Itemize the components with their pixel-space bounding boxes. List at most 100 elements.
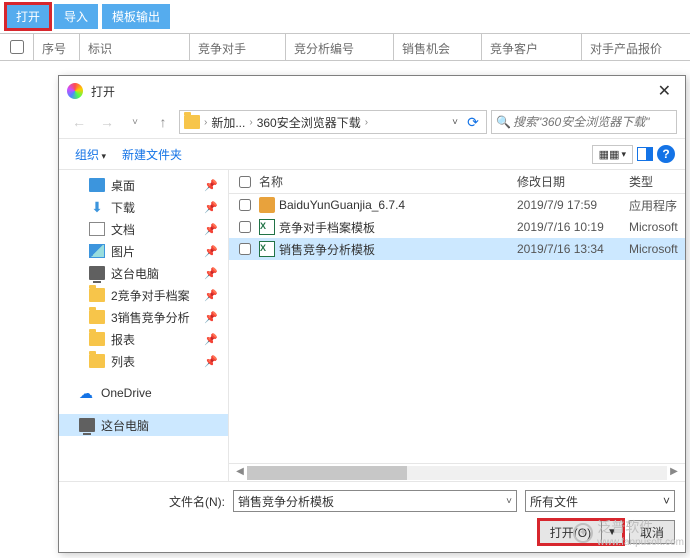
forward-icon[interactable]: →	[95, 110, 119, 134]
file-name: BaiduYunGuanjia_6.7.4	[279, 198, 405, 212]
horizontal-scrollbar[interactable]: ◀ ▶	[229, 463, 685, 481]
col-date[interactable]: 修改日期	[517, 173, 629, 190]
pin-icon: 📌	[204, 267, 218, 280]
crumb-2[interactable]: 360安全浏览器下载	[257, 114, 361, 131]
close-icon[interactable]: ✕	[652, 81, 677, 101]
search-box[interactable]: 🔍	[491, 110, 677, 134]
dialog-title: 打开	[91, 83, 652, 100]
pin-icon: 📌	[204, 201, 218, 214]
file-row[interactable]: 销售竞争分析模板 2019/7/16 13:34 Microsoft	[229, 238, 685, 260]
folder-icon	[89, 310, 105, 324]
open-dialog: 打开 ✕ ← → ˅ ↑ › 新加... › 360安全浏览器下载 › ˅ ⟳ …	[58, 75, 686, 553]
sidebar-item-downloads[interactable]: ⬇ 下载 📌	[59, 196, 228, 218]
sidebar-item-label: 图片	[111, 243, 135, 260]
pc-icon	[89, 266, 105, 280]
sidebar: 桌面📌 ⬇下载📌 文档📌 图片📌 这台电脑📌 2竞争对手档案📌 3销售竞争分析📌…	[59, 170, 229, 481]
sidebar-item-label: 3销售竞争分析	[111, 309, 190, 326]
search-input[interactable]	[513, 115, 672, 129]
sidebar-item-label: 下载	[111, 199, 135, 216]
pin-icon: 📌	[204, 311, 218, 324]
file-name: 销售竞争分析模板	[279, 241, 375, 258]
sidebar-item-label: 这台电脑	[111, 265, 159, 282]
file-name: 竞争对手档案模板	[279, 219, 375, 236]
preview-pane-icon[interactable]	[637, 147, 653, 161]
scroll-thumb[interactable]	[247, 466, 407, 480]
col-index: 序号	[34, 34, 80, 60]
search-icon: 🔍	[496, 115, 511, 129]
watermark-url: www.fanpusoft.com	[597, 537, 684, 548]
file-filter-dropdown[interactable]: 所有文件˅	[525, 490, 675, 512]
watermark-brand: 泛普软件	[597, 519, 653, 535]
breadcrumb[interactable]: › 新加... › 360安全浏览器下载 › ˅ ⟳	[179, 110, 487, 134]
sidebar-item-folder[interactable]: 报表📌	[59, 328, 228, 350]
refresh-icon[interactable]: ⟳	[464, 110, 482, 134]
crumb-1[interactable]: 新加...	[211, 114, 245, 131]
folder-icon	[184, 115, 200, 129]
sidebar-item-label: 列表	[111, 353, 135, 370]
sidebar-item-folder[interactable]: 列表 📌	[59, 350, 228, 372]
sidebar-item-documents[interactable]: 文档 📌	[59, 218, 228, 240]
select-all-files-checkbox[interactable]	[239, 176, 251, 188]
titlebar: 打开 ✕	[59, 76, 685, 106]
pin-icon: 📌	[204, 179, 218, 192]
pin-icon: 📌	[204, 355, 218, 368]
sidebar-item-label: OneDrive	[101, 386, 152, 400]
picture-icon	[89, 244, 105, 258]
sidebar-item-label: 桌面	[111, 177, 135, 194]
file-date: 2019/7/9 17:59	[517, 198, 629, 212]
sidebar-item-thispc[interactable]: 这台电脑 📌	[59, 262, 228, 284]
col-opportunity: 销售机会	[394, 34, 482, 60]
sidebar-item-label: 文档	[111, 221, 135, 238]
sidebar-item-folder[interactable]: 3销售竞争分析 📌	[59, 306, 228, 328]
folder-icon	[89, 332, 105, 346]
chevron-down-icon[interactable]: ˅	[663, 494, 670, 508]
file-checkbox[interactable]	[239, 243, 251, 255]
col-type[interactable]: 类型	[629, 173, 685, 190]
open-button[interactable]: 打开	[6, 4, 50, 29]
scroll-right-icon[interactable]: ▶	[667, 466, 681, 480]
new-folder-button[interactable]: 新建文件夹	[116, 144, 188, 165]
sidebar-item-folder[interactable]: 2竞争对手档案 📌	[59, 284, 228, 306]
chevron-right-icon: ›	[204, 117, 207, 128]
file-checkbox[interactable]	[239, 199, 251, 211]
col-competitor: 竞争对手	[190, 34, 286, 60]
import-button[interactable]: 导入	[54, 4, 98, 29]
sidebar-item-onedrive[interactable]: ☁ OneDrive	[59, 382, 228, 404]
scroll-left-icon[interactable]: ◀	[233, 466, 247, 480]
sidebar-item-desktop[interactable]: 桌面 📌	[59, 174, 228, 196]
select-all-checkbox[interactable]	[10, 40, 24, 54]
template-output-button[interactable]: 模板输出	[102, 4, 170, 29]
filename-input[interactable]: 销售竞争分析模板˅	[233, 490, 517, 512]
file-row[interactable]: BaiduYunGuanjia_6.7.4 2019/7/9 17:59 应用程…	[229, 194, 685, 216]
recent-dropdown-icon[interactable]: ˅	[123, 110, 147, 134]
chevron-right-icon: ›	[365, 117, 368, 128]
view-menu[interactable]: ▦▦▾	[592, 145, 633, 164]
cloud-icon: ☁	[79, 386, 95, 400]
sidebar-item-thispc[interactable]: 这台电脑	[59, 414, 228, 436]
col-analysis-no: 竞分析编号	[286, 34, 394, 60]
excel-icon	[259, 241, 275, 257]
up-icon[interactable]: ↑	[151, 110, 175, 134]
document-icon	[89, 222, 105, 236]
file-row[interactable]: 竞争对手档案模板 2019/7/16 10:19 Microsoft	[229, 216, 685, 238]
organize-menu[interactable]: 组织	[69, 144, 112, 165]
chevron-down-icon[interactable]: ˅	[506, 496, 512, 507]
pc-icon	[79, 418, 95, 432]
file-type: Microsoft	[629, 220, 685, 234]
help-icon[interactable]: ?	[657, 145, 675, 163]
folder-icon	[89, 288, 105, 302]
back-icon[interactable]: ←	[67, 110, 91, 134]
desktop-icon	[89, 178, 105, 192]
file-list-header: 名称 修改日期 类型	[229, 170, 685, 194]
col-customer: 竞争客户	[482, 34, 582, 60]
file-checkbox[interactable]	[239, 221, 251, 233]
path-dropdown-icon[interactable]: ˅	[450, 117, 460, 128]
download-icon: ⬇	[89, 200, 105, 214]
pin-icon: 📌	[204, 223, 218, 236]
sidebar-item-label: 2竞争对手档案	[111, 287, 190, 304]
col-name[interactable]: 名称	[259, 173, 517, 190]
sidebar-item-pictures[interactable]: 图片📌	[59, 240, 228, 262]
file-type: 应用程序	[629, 197, 685, 214]
exe-icon	[259, 197, 275, 213]
pin-icon: 📌	[204, 289, 218, 302]
